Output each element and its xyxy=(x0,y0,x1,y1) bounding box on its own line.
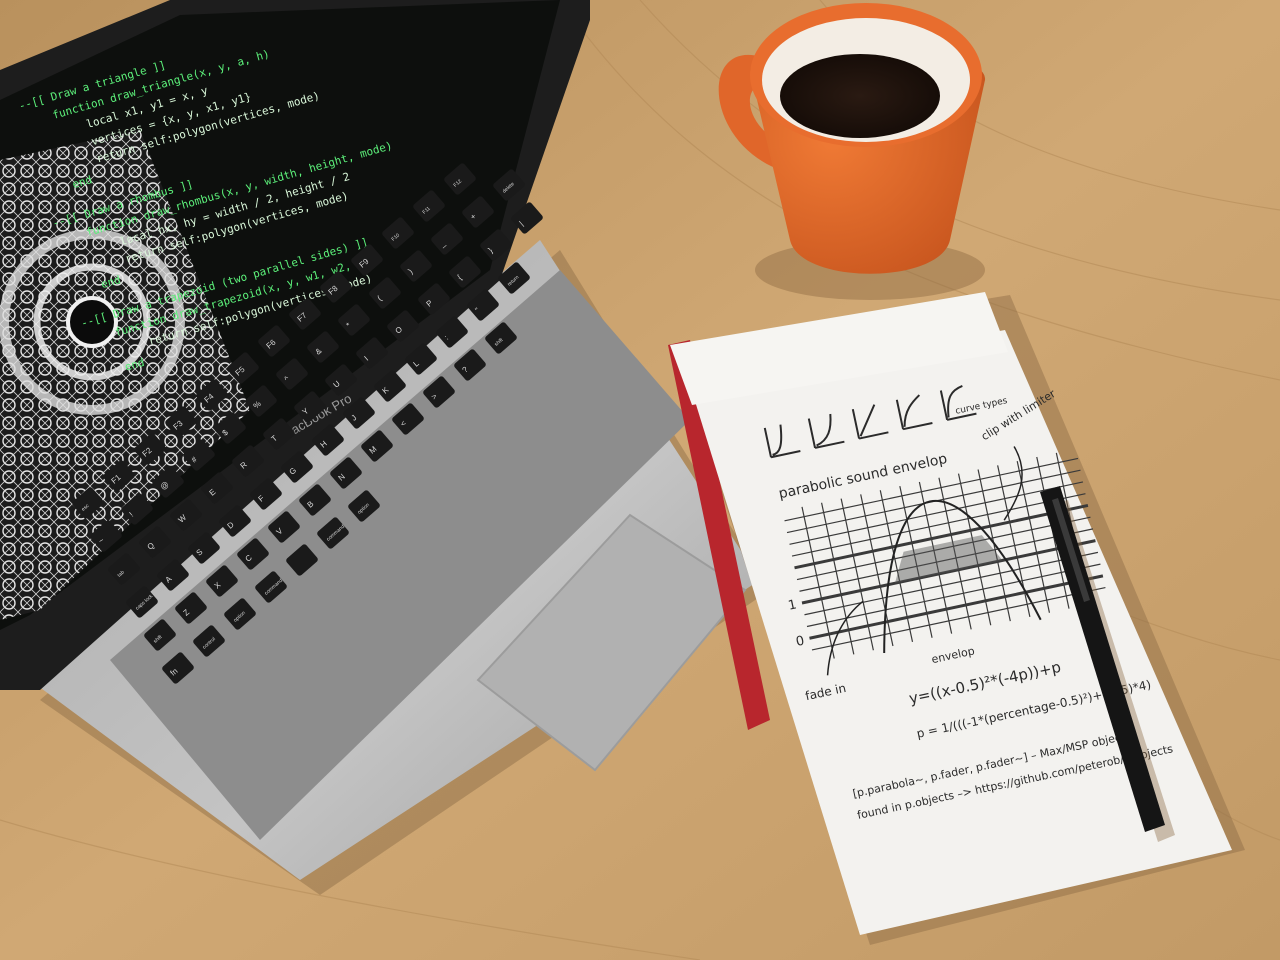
coffee xyxy=(780,54,940,138)
photo-scene: --[[ Draw a triangle ]] function draw_tr… xyxy=(0,0,1280,960)
